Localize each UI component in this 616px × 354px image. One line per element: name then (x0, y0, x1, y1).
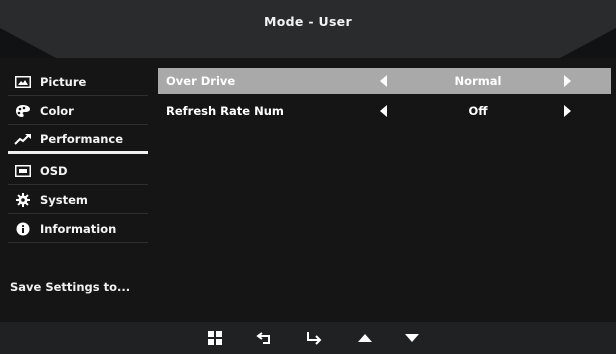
header-decoration (0, 0, 616, 58)
setting-label: Over Drive (166, 74, 236, 88)
sidebar-item-performance[interactable]: Performance (8, 126, 148, 154)
monitor-osd-menu: Mode - User Picture Color Performance OS… (0, 0, 616, 354)
enter-icon[interactable] (304, 330, 324, 346)
setting-value: Off (468, 104, 488, 118)
sidebar-item-picture[interactable]: Picture (8, 68, 148, 96)
up-arrow-icon[interactable] (355, 330, 375, 346)
gear-icon (14, 192, 32, 208)
footer-nav-bar (0, 322, 616, 354)
decrease-arrow-icon[interactable] (380, 105, 387, 117)
mode-title: Mode - User (264, 14, 352, 29)
settings-panel: Over Drive Normal Refresh Rate Num Off (158, 68, 611, 318)
sidebar-item-color[interactable]: Color (8, 97, 148, 125)
setting-row-refresh-rate-num[interactable]: Refresh Rate Num Off (158, 98, 611, 124)
osd-icon (14, 163, 32, 179)
increase-arrow-icon[interactable] (564, 105, 571, 117)
menu-grid-icon[interactable] (205, 330, 225, 346)
trend-up-icon (14, 131, 32, 147)
header-bar: Mode - User (0, 0, 616, 58)
decrease-arrow-icon[interactable] (380, 75, 387, 87)
sidebar-item-label: Picture (40, 74, 87, 89)
palette-icon (14, 103, 32, 119)
setting-value: Normal (454, 74, 502, 88)
sidebar-item-label: System (40, 192, 88, 207)
sidebar-item-information[interactable]: Information (8, 215, 148, 243)
picture-icon (14, 74, 32, 90)
save-settings-button[interactable]: Save Settings to... (10, 280, 130, 294)
back-icon[interactable] (255, 330, 275, 346)
increase-arrow-icon[interactable] (564, 75, 571, 87)
sidebar-item-osd[interactable]: OSD (8, 157, 148, 185)
sidebar-item-label: OSD (40, 163, 68, 178)
info-icon (14, 221, 32, 237)
sidebar-item-label: Information (40, 221, 117, 236)
sidebar-menu: Picture Color Performance OSD System Inf… (8, 68, 148, 318)
setting-label: Refresh Rate Num (166, 104, 284, 118)
sidebar-item-label: Performance (40, 131, 124, 146)
sidebar-item-system[interactable]: System (8, 186, 148, 214)
down-arrow-icon[interactable] (402, 330, 422, 346)
setting-row-over-drive[interactable]: Over Drive Normal (158, 68, 611, 94)
sidebar-item-label: Color (40, 103, 74, 118)
